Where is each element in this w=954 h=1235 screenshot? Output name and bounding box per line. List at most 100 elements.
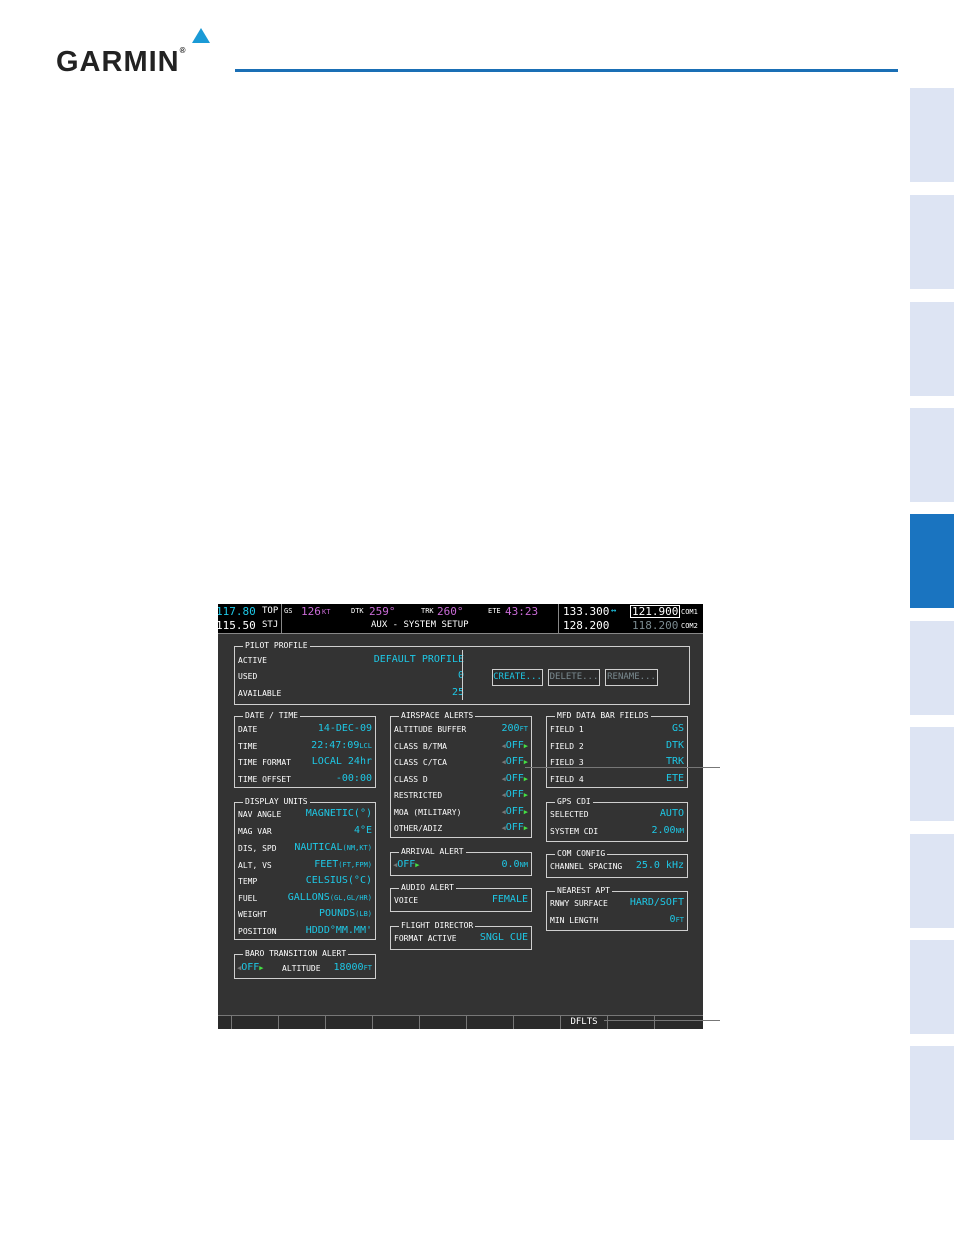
class-d-value[interactable]: ◀OFF▶ <box>502 773 529 784</box>
temp-value[interactable]: CELSIUS(°C) <box>306 875 372 886</box>
softkey-3[interactable] <box>325 1016 372 1029</box>
delete-profile-button[interactable]: DELETE... <box>548 669 600 686</box>
nav-angle-row[interactable]: NAV ANGLE MAGNETIC(°) <box>238 808 372 822</box>
date-row[interactable]: DATE 14-DEC-09 <box>238 723 372 737</box>
time-format-row[interactable]: TIME FORMAT LOCAL 24hr <box>238 756 372 770</box>
time-row[interactable]: TIME 22:47:09LCL <box>238 740 372 754</box>
class-c-value[interactable]: ◀OFF▶ <box>502 756 529 767</box>
voice-row[interactable]: VOICE FEMALE <box>394 894 528 908</box>
profile-active-value[interactable]: DEFAULT PROFILE <box>374 654 464 665</box>
min-length-value[interactable]: 0FT <box>670 914 684 925</box>
field1-value[interactable]: GS <box>672 723 684 734</box>
mag-var-label: MAG VAR <box>238 827 272 836</box>
section-tab-10[interactable] <box>910 1046 954 1140</box>
channel-spacing-row[interactable]: CHANNEL SPACING 25.0 kHz <box>550 860 684 874</box>
field1-row[interactable]: FIELD 1 GS <box>550 723 684 737</box>
section-tab-8[interactable] <box>910 834 954 928</box>
format-active-row[interactable]: FORMAT ACTIVE SNGL CUE <box>394 932 528 946</box>
section-tab-4[interactable] <box>910 408 954 502</box>
channel-spacing-value[interactable]: 25.0 kHz <box>636 860 684 871</box>
cdi-selected-value[interactable]: AUTO <box>660 808 684 819</box>
other-adiz-value[interactable]: ◀OFF▶ <box>502 822 529 833</box>
restricted-row[interactable]: RESTRICTED ◀OFF▶ <box>394 789 528 803</box>
alt-vs-row[interactable]: ALT, VS FEET(FT,FPM) <box>238 859 372 873</box>
alt-vs-value[interactable]: FEET(FT,FPM) <box>314 859 372 870</box>
section-tab-5-active[interactable] <box>910 514 954 608</box>
voice-value[interactable]: FEMALE <box>492 894 528 905</box>
time-offset-value[interactable]: -00:00 <box>336 773 372 784</box>
field2-value[interactable]: DTK <box>666 740 684 751</box>
position-value[interactable]: HDDD°MM.MM' <box>306 925 372 936</box>
weight-value[interactable]: POUNDS(LB) <box>319 908 372 919</box>
min-length-row[interactable]: MIN LENGTH 0FT <box>550 914 684 928</box>
time-format-value[interactable]: LOCAL 24hr <box>312 756 372 767</box>
fuel-value[interactable]: GALLONS(GL,GL/HR) <box>288 892 372 903</box>
airspace-alerts-callout-line <box>525 767 720 768</box>
com1-active-freq[interactable]: 121.900 <box>630 605 681 618</box>
moa-row[interactable]: MOA (MILITARY) ◀OFF▶ <box>394 806 528 820</box>
section-tab-3[interactable] <box>910 302 954 396</box>
create-profile-button[interactable]: CREATE... <box>492 669 543 686</box>
baro-altitude-value-text: 18000 <box>333 962 364 973</box>
baro-altitude-value[interactable]: 18000FT <box>333 963 372 973</box>
page-title: AUX - SYSTEM SETUP <box>371 620 469 630</box>
section-tab-9[interactable] <box>910 940 954 1034</box>
softkey-5[interactable] <box>419 1016 466 1029</box>
arrival-alert-unit: NM <box>519 861 528 869</box>
field2-row[interactable]: FIELD 2 DTK <box>550 740 684 754</box>
nav1-ident: TOP <box>262 606 279 616</box>
field4-value[interactable]: ETE <box>666 773 684 784</box>
weight-row[interactable]: WEIGHT POUNDS(LB) <box>238 908 372 922</box>
temp-row[interactable]: TEMP CELSIUS(°C) <box>238 875 372 889</box>
class-b-row[interactable]: CLASS B/TMA ◀OFF▶ <box>394 740 528 754</box>
cdi-selected-row[interactable]: SELECTED AUTO <box>550 808 684 822</box>
softkey-1[interactable] <box>231 1016 278 1029</box>
nav-angle-value[interactable]: MAGNETIC(°) <box>306 808 372 819</box>
position-row[interactable]: POSITION HDDD°MM.MM' <box>238 925 372 939</box>
dis-spd-value[interactable]: NAUTICAL(NM,KT) <box>294 842 372 853</box>
fuel-row[interactable]: FUEL GALLONS(GL,GL/HR) <box>238 892 372 906</box>
rnwy-surface-row[interactable]: RNWY SURFACE HARD/SOFT <box>550 897 684 911</box>
system-cdi-row: SYSTEM CDI 2.00NM <box>550 825 684 839</box>
profile-active-row[interactable]: ACTIVE DEFAULT PROFILE <box>238 654 464 668</box>
softkey-2[interactable] <box>278 1016 325 1029</box>
softkey-9[interactable] <box>607 1016 654 1029</box>
other-adiz-row[interactable]: OTHER/ADIZ ◀OFF▶ <box>394 822 528 836</box>
class-b-value[interactable]: ◀OFF▶ <box>502 740 529 751</box>
arrival-alert-distance[interactable]: 0.0NM <box>502 860 529 870</box>
date-value[interactable]: 14-DEC-09 <box>318 723 372 734</box>
field4-row[interactable]: FIELD 4 ETE <box>550 773 684 787</box>
softkey-4[interactable] <box>372 1016 419 1029</box>
rnwy-surface-value[interactable]: HARD/SOFT <box>630 897 684 908</box>
dis-spd-row[interactable]: DIS, SPD NAUTICAL(NM,KT) <box>238 842 372 856</box>
section-tab-2[interactable] <box>910 195 954 289</box>
section-tab-1[interactable] <box>910 88 954 182</box>
format-active-value[interactable]: SNGL CUE <box>480 932 528 943</box>
airspace-alerts-panel: AIRSPACE ALERTS ALTITUDE BUFFER 200FT CL… <box>390 711 532 838</box>
section-tab-7[interactable] <box>910 727 954 821</box>
baro-state-value: OFF <box>241 962 260 973</box>
softkey-7[interactable] <box>513 1016 560 1029</box>
system-cdi-unit: NM <box>675 827 684 835</box>
time-offset-row[interactable]: TIME OFFSET -00:00 <box>238 773 372 787</box>
arrival-alert-state[interactable]: ◀OFF▶ <box>393 860 420 870</box>
swap-icon[interactable]: ↔ <box>611 607 616 616</box>
dflts-softkey[interactable]: DFLTS <box>560 1016 607 1029</box>
altitude-buffer-value[interactable]: 200FT <box>502 723 529 734</box>
section-tab-6[interactable] <box>910 621 954 715</box>
profile-used-value: 0 <box>457 670 464 681</box>
rename-profile-button[interactable]: RENAME... <box>605 669 658 686</box>
class-c-row[interactable]: CLASS C/TCA ◀OFF▶ <box>394 756 528 770</box>
baro-state[interactable]: ◀OFF▶ <box>237 963 264 973</box>
moa-value[interactable]: ◀OFF▶ <box>502 806 529 817</box>
min-length-label: MIN LENGTH <box>550 916 599 925</box>
altitude-buffer-row[interactable]: ALTITUDE BUFFER 200FT <box>394 723 528 737</box>
softkey-10[interactable] <box>654 1016 703 1029</box>
softkey-6[interactable] <box>466 1016 513 1029</box>
field3-value[interactable]: TRK <box>666 756 684 767</box>
trk-label: TRK <box>421 607 434 615</box>
time-value[interactable]: 22:47:09LCL <box>311 740 372 751</box>
class-d-row[interactable]: CLASS D ◀OFF▶ <box>394 773 528 787</box>
ete-label: ETE <box>488 607 501 615</box>
restricted-value[interactable]: ◀OFF▶ <box>502 789 529 800</box>
